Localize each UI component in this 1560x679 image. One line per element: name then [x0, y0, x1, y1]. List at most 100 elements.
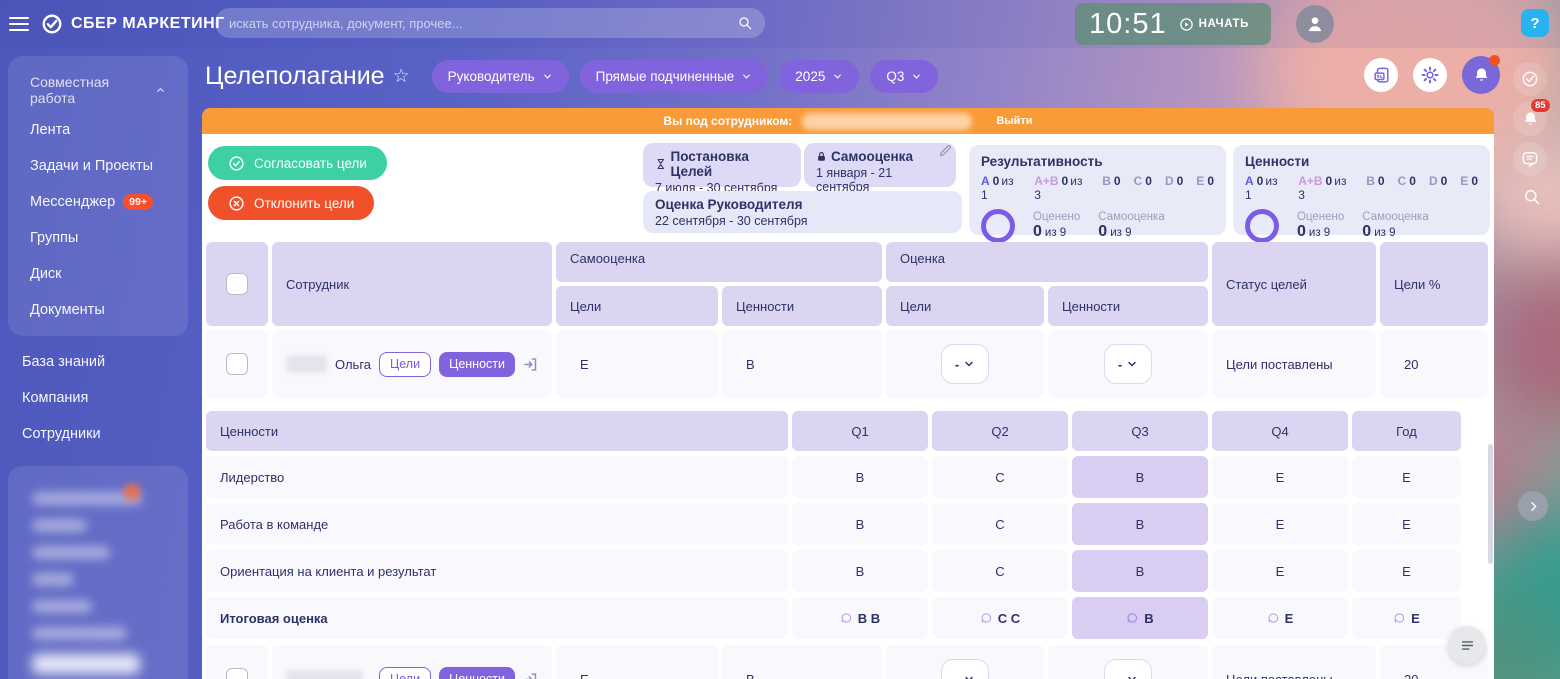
redacted-item[interactable]	[32, 519, 87, 532]
search-input[interactable]	[215, 8, 737, 38]
carousel-next-button[interactable]	[1518, 491, 1548, 521]
redacted-item[interactable]	[32, 573, 74, 586]
rail-notifications-badge: 85	[1531, 99, 1550, 112]
self-goals-grade: E	[556, 330, 718, 398]
redacted-item-active[interactable]	[32, 654, 140, 674]
sidebar-item-knowledge-base[interactable]: База знаний	[0, 344, 196, 380]
grade-cell-current: B	[1072, 503, 1208, 545]
filter-quarter-dropdown[interactable]: Q3	[870, 60, 938, 93]
col-header-values: Ценности	[206, 411, 788, 451]
period-self-assessment: Самооценка 1 января - 21 сентября	[804, 143, 956, 187]
filter-role-dropdown[interactable]: Руководитель	[432, 60, 569, 93]
export-xls-button[interactable]	[1364, 58, 1398, 92]
hamburger-menu-icon[interactable]	[9, 17, 29, 31]
check-circle-icon	[228, 155, 245, 172]
user-avatar[interactable]	[1296, 5, 1334, 43]
chevron-down-icon	[911, 71, 922, 82]
eval-goals-dropdown[interactable]: -	[941, 344, 989, 384]
row-checkbox[interactable]	[226, 353, 248, 375]
timer-start-button[interactable]: НАЧАТЬ	[1179, 17, 1249, 32]
goals-tag-button[interactable]: Цели	[379, 352, 431, 377]
redacted-item[interactable]	[32, 546, 110, 559]
grade-cell: E	[1352, 456, 1461, 498]
final-grade-cell: E	[1212, 597, 1348, 639]
progress-ring	[1245, 209, 1279, 243]
grade-cell: B	[792, 456, 928, 498]
decline-goals-button[interactable]: Отклонить цели	[208, 186, 374, 220]
period-manager-assessment: Оценка Руководителя 22 сентября - 30 сен…	[643, 191, 962, 233]
impersonation-banner: Вы под сотрудником: Выйти	[202, 108, 1494, 134]
scorecard-performance: Результативность A0из 1 A+B0из 3 B0 C0 D…	[969, 145, 1226, 235]
col-header-q2: Q2	[932, 411, 1068, 451]
notifications-button[interactable]	[1462, 56, 1500, 94]
sidebar-item-company[interactable]: Компания	[0, 380, 196, 416]
banner-exit-link[interactable]: Выйти	[996, 115, 1032, 127]
col-subheader-values: Ценности	[722, 286, 882, 326]
chevron-down-icon	[963, 673, 975, 679]
sidebar-section-collab[interactable]: Совместная работа	[8, 68, 188, 112]
brand[interactable]: СБЕР МАРКЕТИНГ	[41, 13, 225, 35]
grade-cell: E	[1212, 456, 1348, 498]
sidebar-item-documents[interactable]: Документы	[8, 292, 188, 328]
value-row-label: Работа в команде	[206, 503, 788, 545]
scorecard-values: Ценности A0из 1 A+B0из 3 B0 C0 D0 E0 Оце…	[1233, 145, 1490, 235]
redacted-surname	[286, 355, 327, 373]
eval-goals-dropdown[interactable]: -	[941, 659, 989, 679]
goals-tag-button[interactable]: Цели	[379, 667, 431, 679]
quick-menu-button[interactable]	[1448, 626, 1486, 664]
sidebar-item-lenta[interactable]: Лента	[8, 112, 188, 148]
row-checkbox[interactable]	[226, 668, 248, 679]
value-row-label: Ориентация на клиента и результат	[206, 550, 788, 592]
values-tag-button[interactable]: Ценности	[439, 352, 515, 377]
sidebar-item-employees[interactable]: Сотрудники	[0, 416, 196, 452]
page-title: Целеполагание	[205, 62, 385, 91]
select-all-checkbox[interactable]	[226, 273, 248, 295]
col-subheader-values: Ценности	[1048, 286, 1208, 326]
impersonate-icon[interactable]	[523, 357, 538, 372]
filter-year-dropdown[interactable]: 2025	[779, 60, 859, 93]
impersonate-icon[interactable]	[523, 672, 538, 679]
chevron-down-icon	[832, 71, 843, 82]
sidebar-item-groups[interactable]: Группы	[8, 220, 188, 256]
notification-dot	[1489, 55, 1500, 66]
grade-cell: E	[1352, 550, 1461, 592]
brand-title: СБЕР МАРКЕТИНГ	[71, 15, 225, 33]
favorite-star-icon[interactable]: ☆	[393, 65, 410, 88]
goals-percent: 20	[1380, 330, 1488, 398]
sidebar-item-disk[interactable]: Диск	[8, 256, 188, 292]
rail-chat-icon[interactable]	[1513, 142, 1547, 176]
help-button[interactable]: ?	[1521, 9, 1549, 37]
search-icon[interactable]	[737, 15, 753, 31]
employees-table-next-row: Цели Ценности E B - - Цели поставлены 20	[206, 645, 1488, 679]
sidebar-item-messenger[interactable]: Мессенджер 99+	[8, 184, 188, 220]
values-tag-button[interactable]: Ценности	[439, 667, 515, 679]
sidebar-group-collab: Совместная работа Лента Задачи и Проекты…	[8, 56, 188, 336]
sidebar-redacted-section	[8, 466, 188, 679]
settings-button[interactable]	[1413, 58, 1447, 92]
vertical-scrollbar[interactable]	[1488, 444, 1493, 564]
sidebar-item-tasks[interactable]: Задачи и Проекты	[8, 148, 188, 184]
x-circle-icon	[228, 195, 245, 212]
comment-icon	[980, 612, 993, 625]
final-grade-cell: C C	[932, 597, 1068, 639]
redacted-employee-name	[802, 113, 972, 130]
redacted-item[interactable]	[32, 627, 127, 640]
sidebar: Совместная работа Лента Задачи и Проекты…	[0, 48, 196, 679]
hourglass-icon	[655, 157, 666, 171]
period-goal-setting: Постановка Целей 7 июля - 30 сентября	[643, 143, 801, 187]
filter-subordinates-dropdown[interactable]: Прямые подчиненные	[580, 60, 769, 93]
grade-cell: B	[792, 550, 928, 592]
rail-search-icon[interactable]	[1515, 180, 1549, 214]
eval-values-dropdown[interactable]: -	[1104, 659, 1152, 679]
global-search[interactable]	[215, 8, 765, 38]
employee-cell: Ольга Цели Ценности	[272, 330, 552, 398]
eval-values-dropdown[interactable]: -	[1104, 344, 1152, 384]
values-quarter-table: Ценности Q1 Q2 Q3 Q4 Год Лидерство B C B…	[206, 411, 1461, 639]
approve-goals-button[interactable]: Согласовать цели	[208, 146, 387, 180]
redacted-item[interactable]	[32, 600, 92, 613]
chevron-down-icon	[1126, 358, 1138, 370]
timer-value: 10:51	[1089, 8, 1167, 41]
chevron-down-icon	[542, 71, 553, 82]
final-grade-cell: B B	[792, 597, 928, 639]
rail-sber-app-icon[interactable]	[1513, 62, 1547, 96]
